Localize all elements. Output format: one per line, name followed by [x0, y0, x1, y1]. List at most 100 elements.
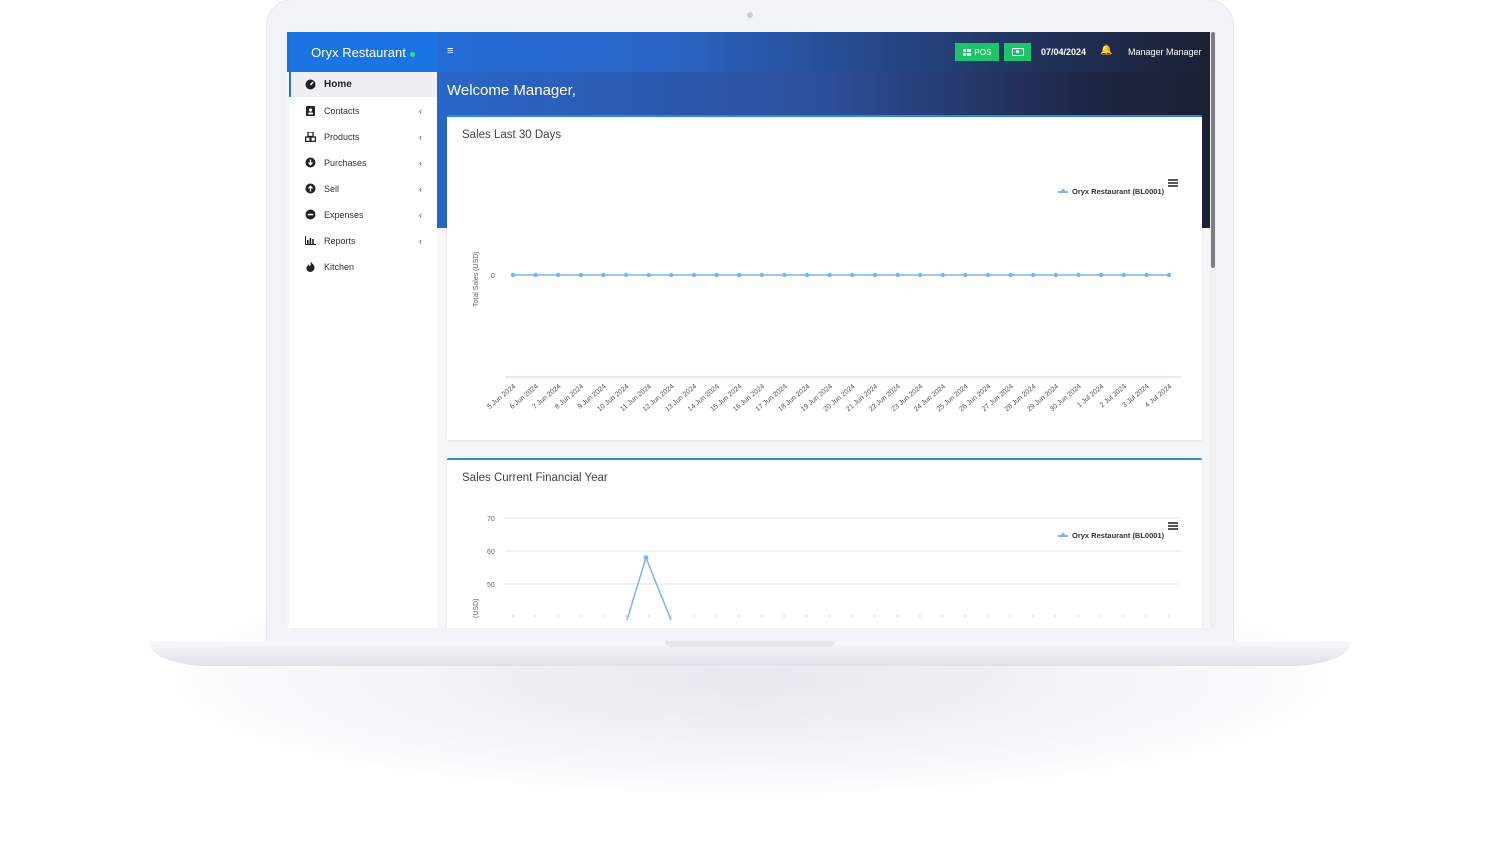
sidebar-item-label: Contacts [324, 105, 360, 116]
gridline-dot [1167, 615, 1170, 617]
gridline-dot [534, 615, 537, 617]
gridline-dot [670, 615, 673, 617]
top-navbar: Oryx Restaurant ≡ POS 07/04/2024 🔔 Manag… [287, 32, 1216, 72]
sidebar-item-home[interactable]: Home [289, 72, 437, 97]
sidebar-item-label: Home [324, 79, 352, 90]
arrow-circle-up-icon [305, 183, 316, 194]
current-date: 07/04/2024 [1041, 47, 1087, 57]
gridline-dot [1054, 615, 1057, 617]
y-tick-label: 0 [491, 273, 495, 280]
y-tick-label: 70 [487, 516, 495, 523]
sidebar-item-products[interactable]: Products ‹ [289, 124, 437, 149]
chevron-left-icon: ‹ [419, 105, 422, 116]
gridline-dot [557, 615, 560, 617]
pos-icon [962, 48, 971, 56]
series-line [626, 555, 672, 621]
data-point [895, 272, 900, 278]
data-point [578, 272, 584, 278]
cubes-icon [305, 131, 316, 142]
data-point [1121, 272, 1126, 278]
data-point [669, 272, 674, 278]
pos-button[interactable]: POS [955, 43, 999, 61]
data-point [1076, 272, 1081, 278]
sidebar-item-label: Sell [324, 183, 340, 194]
gridline-dot [1122, 615, 1125, 617]
fire-icon [305, 261, 316, 272]
gridline-dot [1009, 615, 1012, 617]
gridline-dot [579, 615, 582, 617]
data-point [510, 272, 516, 278]
data-point [691, 272, 697, 278]
data-point [601, 272, 606, 278]
cash-register-button[interactable] [1004, 43, 1031, 61]
sidebar-item-contacts[interactable]: Contacts ‹ [289, 98, 437, 123]
gridline-dot [715, 615, 718, 617]
sidebar-item-reports[interactable]: Reports ‹ [289, 228, 437, 253]
scrollbar-thumb[interactable] [1211, 32, 1215, 268]
chevron-left-icon: ‹ [419, 183, 422, 194]
data-point [917, 272, 923, 278]
user-menu[interactable]: Manager Manager [1128, 47, 1202, 57]
sales-30-days-chart: 05 Jun 20246 Jun 20247 Jun 20248 Jun 202… [486, 272, 1181, 413]
gridline-dot [783, 615, 786, 617]
chevron-left-icon: ‹ [419, 209, 422, 220]
brand-logo[interactable]: Oryx Restaurant [289, 32, 437, 72]
laptop-notch [665, 641, 835, 647]
gridline-dot [851, 615, 853, 617]
data-point [1098, 272, 1104, 278]
data-point [985, 272, 991, 278]
gridline-dot [918, 615, 921, 617]
gridline-dot [1077, 615, 1079, 617]
gridline-dot [1031, 615, 1034, 617]
arrow-circle-down-icon [305, 157, 316, 168]
gridline-dot [805, 615, 808, 617]
data-point [646, 272, 651, 278]
gridline-dot [1099, 615, 1102, 617]
pos-button-label: POS [974, 47, 992, 57]
sidebar-item-kitchen[interactable]: Kitchen [289, 254, 437, 279]
bar-chart-icon [305, 235, 316, 246]
gridline-dot [512, 615, 514, 617]
gridline-dot [760, 615, 763, 617]
data-point [804, 272, 810, 278]
data-point [850, 272, 855, 278]
sidebar-item-sell[interactable]: Sell ‹ [289, 176, 437, 201]
gridline-dot [1144, 615, 1147, 617]
chevron-left-icon: ‹ [419, 157, 422, 168]
welcome-heading: Welcome Manager, [447, 82, 576, 99]
online-status-dot [409, 51, 415, 57]
gridline-dot [647, 615, 650, 617]
sidebar-item-purchases[interactable]: Purchases ‹ [289, 150, 437, 175]
chevron-left-icon: ‹ [419, 235, 422, 246]
gridline-dot [873, 615, 876, 617]
data-point [963, 272, 968, 278]
gridline-dot [896, 615, 899, 617]
gridline-dot [602, 615, 605, 617]
sidebar-item-expenses[interactable]: Expenses ‹ [289, 202, 437, 227]
data-point [940, 272, 945, 278]
sales-last-30-days-card: Sales Last 30 Days Oryx Restaurant (BL00… [447, 115, 1202, 440]
webcam [747, 12, 753, 18]
data-point [759, 272, 765, 278]
sidebar: Home Contacts ‹ Products ‹ Purchases ‹ S… [289, 72, 437, 628]
gridline-dot [738, 615, 740, 617]
address-book-icon [305, 105, 316, 116]
sidebar-item-label: Purchases [324, 157, 367, 168]
chevron-left-icon: ‹ [419, 131, 422, 142]
data-point [1008, 272, 1013, 278]
menu-toggle-icon[interactable]: ≡ [447, 45, 453, 57]
gridline-dot [964, 615, 966, 617]
gridline-dot [941, 615, 944, 617]
notification-bell-icon[interactable]: 🔔 [1100, 45, 1112, 56]
dashboard-icon [305, 79, 316, 90]
data-point [1053, 272, 1059, 278]
data-point [623, 272, 629, 278]
gridline-dot [828, 615, 831, 617]
data-point [533, 272, 538, 278]
data-point [556, 272, 561, 278]
minus-circle-icon [305, 209, 316, 220]
data-point [872, 272, 878, 278]
screen: Oryx Restaurant ≡ POS 07/04/2024 🔔 Manag… [287, 32, 1216, 628]
data-point [782, 272, 787, 278]
gridline-dot [692, 615, 695, 617]
